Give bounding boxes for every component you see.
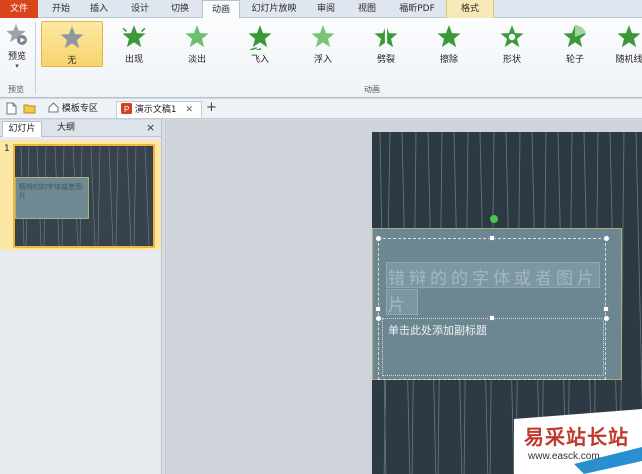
watermark-text: 易采站长站 — [524, 425, 629, 449]
tab-slideshow[interactable]: 幻灯片放映 — [244, 0, 304, 18]
effect-label: 劈裂 — [376, 55, 395, 65]
star-appear-icon — [122, 25, 146, 48]
effect-label: 出现 — [124, 55, 143, 65]
panel-splitter[interactable] — [162, 120, 166, 474]
tab-design[interactable]: 设计 — [122, 0, 158, 18]
effect-wipe-button[interactable]: 擦除 — [420, 21, 478, 67]
resize-handle-right[interactable] — [603, 306, 609, 312]
tab-template-zone-label: 模板专区 — [61, 104, 98, 114]
effect-label: 轮子 — [565, 55, 584, 65]
effect-fly-in-button[interactable]: 飞入 — [231, 21, 289, 67]
subtitle-handle-left[interactable] — [375, 315, 382, 322]
tab-slides[interactable]: 幻灯片 — [2, 121, 42, 137]
slides-panel-tabs: 幻灯片 大纲 × — [0, 120, 161, 137]
resize-handle-top[interactable] — [489, 235, 495, 241]
star-wipe-icon — [437, 25, 461, 48]
subtitle-handle-right[interactable] — [603, 315, 610, 322]
tab-insert[interactable]: 插入 — [82, 0, 116, 18]
star-float-in-icon — [311, 25, 335, 48]
open-folder-icon[interactable] — [23, 103, 36, 114]
close-icon[interactable]: × — [146, 120, 155, 136]
effect-random-lines-button[interactable]: 随机线 — [609, 21, 642, 67]
thumb-title-box: 精辩的的字体或者图片 — [15, 177, 89, 219]
tab-document-label: 演示文稿1 — [134, 105, 177, 115]
resize-handle-bottom[interactable] — [489, 315, 495, 321]
preview-button[interactable]: 预览 ▾ — [2, 21, 32, 77]
tab-document[interactable]: P 演示文稿1 ✕ — [116, 101, 202, 118]
star-wheel-icon — [563, 25, 587, 48]
effect-split-button[interactable]: 劈裂 — [357, 21, 415, 67]
slide-thumbnail-row[interactable]: 1 精辩的的字体或者图片 — [0, 140, 161, 250]
tab-view[interactable]: 视图 — [348, 0, 386, 18]
close-tab-icon[interactable]: ✕ — [185, 105, 193, 115]
tab-transitions[interactable]: 切换 — [162, 0, 198, 18]
effect-label: 淡出 — [187, 55, 206, 65]
slides-panel: 幻灯片 大纲 × 1 精辩的的字体或者图片 — [0, 120, 162, 474]
group-label-preview: 预览 — [8, 85, 24, 94]
tab-animations[interactable]: 动画 — [202, 0, 240, 19]
slide-number: 1 — [4, 144, 10, 154]
effect-appear-button[interactable]: 出现 — [105, 21, 163, 67]
effect-fade-button[interactable]: 淡出 — [168, 21, 226, 67]
star-shape-icon — [500, 25, 524, 48]
effect-label: 形状 — [502, 55, 521, 65]
resize-handle-left[interactable] — [375, 306, 381, 312]
tab-foxit-pdf[interactable]: 福昕PDF — [392, 0, 442, 18]
document-tab-bar: 模板专区 P 演示文稿1 ✕ + — [0, 99, 642, 119]
effect-shape-button[interactable]: 形状 — [483, 21, 541, 67]
ribbon: 预览 ▾ 无 出现 淡出 飞入 浮入 劈裂 擦除 形状 轮子 随机线 预览 动画 — [0, 18, 642, 98]
preview-label: 预览 — [7, 52, 26, 62]
slide-title[interactable]: 错辩的的字体或者图片 — [388, 264, 598, 289]
slide-thumbnail[interactable]: 精辩的的字体或者图片 — [13, 144, 155, 248]
star-fade-icon — [185, 25, 209, 48]
star-gray-icon — [60, 26, 84, 49]
resize-handle-top-right[interactable] — [603, 235, 610, 242]
group-divider — [35, 22, 36, 94]
star-fly-in-icon — [248, 25, 272, 50]
rotate-handle[interactable] — [490, 215, 498, 223]
slide-title-line2: 片 — [388, 296, 409, 316]
home-icon — [48, 102, 59, 113]
svg-text:P: P — [124, 105, 129, 114]
effect-label: 飞入 — [250, 55, 269, 65]
tab-outline[interactable]: 大纲 — [44, 121, 88, 137]
effect-label: 浮入 — [313, 55, 332, 65]
ribbon-tab-bar: 文件 开始 插入 设计 切换 动画 幻灯片放映 审阅 视图 福昕PDF 格式 — [0, 0, 642, 19]
watermark-url: www.easck.com — [528, 451, 600, 462]
new-document-icon[interactable] — [6, 102, 17, 115]
star-random-lines-icon — [617, 25, 641, 48]
star-split-icon — [374, 24, 398, 50]
add-tab-button[interactable]: + — [206, 101, 217, 118]
tab-format[interactable]: 格式 — [446, 0, 494, 18]
effect-label: 擦除 — [439, 55, 458, 65]
tab-template-zone[interactable]: 模板专区 — [48, 101, 98, 118]
tab-file[interactable]: 文件 — [0, 0, 38, 18]
thumb-title-text: 精辩的的字体或者图片 — [19, 183, 82, 200]
effect-label: 随机线 — [615, 55, 642, 65]
powerpoint-icon: P — [121, 103, 132, 114]
effect-label: 无 — [67, 56, 77, 66]
watermark-logo: 易采站长站 www.easck.com — [514, 409, 642, 474]
effect-wheel-button[interactable]: 轮子 — [546, 21, 604, 67]
effect-none-button[interactable]: 无 — [41, 21, 103, 67]
subtitle-placeholder[interactable]: 单击此处添加副标题 — [388, 322, 487, 338]
tab-home[interactable]: 开始 — [44, 0, 78, 18]
chevron-down-icon: ▾ — [15, 62, 19, 70]
preview-star-icon — [6, 24, 27, 45]
tab-review[interactable]: 审阅 — [308, 0, 344, 18]
group-label-animation: 动画 — [364, 85, 380, 94]
effect-float-in-button[interactable]: 浮入 — [294, 21, 352, 67]
resize-handle-top-left[interactable] — [375, 235, 382, 242]
